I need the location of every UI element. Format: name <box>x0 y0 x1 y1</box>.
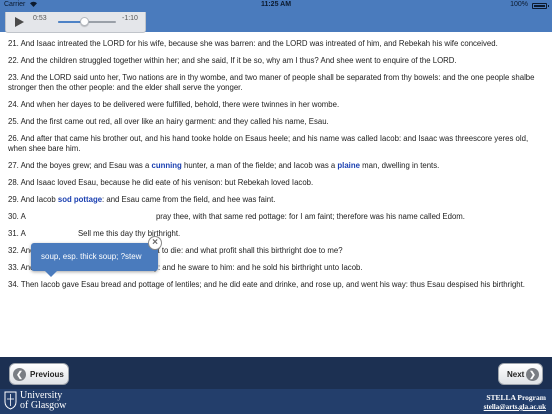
previous-label: Previous <box>30 370 64 379</box>
verse-25: 25. And the first came out red, all over… <box>8 117 329 126</box>
time-elapsed: 0:53 <box>33 15 47 22</box>
program-name: STELLA Program <box>486 393 546 402</box>
glossed-word-sod-pottage[interactable]: sod pottage <box>58 195 102 204</box>
verse-text: 29. And Iacob <box>8 195 58 204</box>
verse-text: 27. And the boyes grew; and Esau was a <box>8 161 152 170</box>
header-bar: 0:53 -1:10 <box>0 12 552 33</box>
verse-text: 30. A <box>8 212 26 221</box>
chevron-right-icon: ❯ <box>526 368 539 381</box>
verse-24: 24. And when her dayes to be delivered w… <box>8 100 340 109</box>
verse-text: 31. A <box>8 229 26 238</box>
verse-text: : and Esau came from the field, and hee … <box>102 195 276 204</box>
verse-30: 30. A pray thee, with that same red pott… <box>8 212 544 222</box>
next-button[interactable]: Next ❯ <box>498 363 543 385</box>
verse-text: man, dwelling in tents. <box>359 161 440 170</box>
next-label: Next <box>507 370 525 379</box>
verse-26: 26. And after that came his brother out,… <box>8 134 529 153</box>
navigation-bar: ❮ Previous Next ❯ <box>0 357 552 389</box>
verse-29: 29. And Iacob sod pottage: and Esau came… <box>8 195 544 205</box>
contact-email-link[interactable]: stella@arts.gla.ac.uk <box>484 403 546 411</box>
footer: University of Glasgow STELLA Program ste… <box>0 389 552 414</box>
scripture-text: 21. And Isaac intreated the LORD for his… <box>0 32 552 356</box>
verse-text: hunter, a man of the fielde; and Iacob w… <box>181 161 338 170</box>
battery-icon <box>532 3 549 9</box>
status-time: 11:25 AM <box>260 1 292 8</box>
chevron-left-icon: ❮ <box>13 368 26 381</box>
verse-text: pray thee, with that same red pottage: f… <box>153 212 465 221</box>
verse-22: 22. And the children struggled together … <box>8 56 457 65</box>
verse-31: 31. A Sell me this day thy birthright. <box>8 229 544 239</box>
verse-27: 27. And the boyes grew; and Esau was a c… <box>8 161 544 171</box>
audio-player: 0:53 -1:10 <box>5 12 146 33</box>
audio-scrubber-thumb[interactable] <box>80 17 90 26</box>
gloss-tooltip: soup, esp. thick soup; ?stew <box>31 243 158 277</box>
close-icon[interactable]: × <box>148 236 162 250</box>
gloss-text: soup, esp. thick soup; ?stew <box>41 252 142 261</box>
verse-34: 34. Then Iacob gave Esau bread and potta… <box>8 280 525 289</box>
university-crest-logo <box>4 391 17 410</box>
glossed-word-plaine[interactable]: plaine <box>337 161 360 170</box>
status-bar: Carrier 11:25 AM 100% <box>0 0 552 12</box>
play-icon[interactable] <box>15 17 24 27</box>
glossed-word-cunning[interactable]: cunning <box>151 161 181 170</box>
time-remaining: -1:10 <box>122 15 138 22</box>
university-line-2: of Glasgow <box>20 400 67 411</box>
university-name: University of Glasgow <box>20 391 66 411</box>
verse-28: 28. And Isaac loved Esau, because he did… <box>8 178 314 187</box>
battery-percentage: 100% <box>510 1 528 8</box>
verse-text: Sell me this day thy birthright. <box>75 229 181 238</box>
verse-23: 23. And the LORD said unto her, Two nati… <box>8 73 535 92</box>
verse-21: 21. And Isaac intreated the LORD for his… <box>8 39 498 48</box>
previous-button[interactable]: ❮ Previous <box>9 363 69 385</box>
